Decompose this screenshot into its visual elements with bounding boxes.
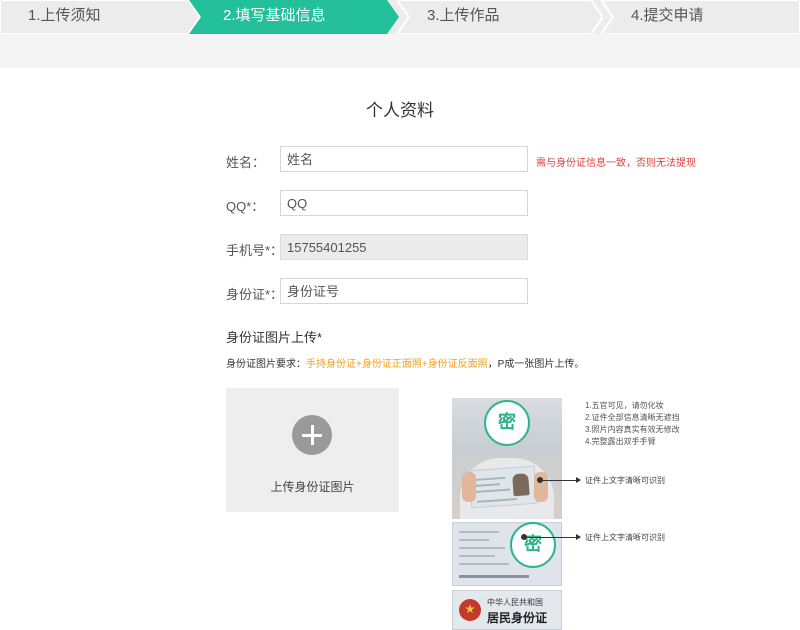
- requirement-suffix: ，P成一张图片上传。: [487, 359, 585, 370]
- arrow-label: 证件上文字清晰可识别: [585, 533, 665, 542]
- requirement-prefix: 身份证图片要求：: [226, 359, 306, 370]
- upload-button-label: 上传身份证图片: [270, 480, 355, 494]
- privacy-stamp: 密: [510, 522, 556, 568]
- privacy-stamp: 密: [484, 400, 530, 446]
- progress-steps: 1.上传须知 2.填写基础信息 3.上传作品 4.提交申请: [0, 0, 800, 34]
- phone-input[interactable]: [280, 234, 528, 260]
- note-item: 2.证件全部信息清晰无遮挡: [585, 413, 680, 422]
- qq-label: QQ*：: [226, 199, 265, 214]
- card-line: [475, 483, 500, 487]
- qq-input[interactable]: [280, 190, 528, 216]
- card-line: [476, 498, 517, 503]
- left-hand: [462, 472, 476, 502]
- held-id-card: [468, 465, 538, 509]
- card-title-text: 居民身份证: [487, 611, 548, 625]
- step-fill-basic-info[interactable]: 2.填写基础信息: [189, 0, 399, 34]
- phone-label: 手机号*：: [226, 243, 284, 258]
- card-line: [459, 547, 505, 549]
- national-emblem-icon: [459, 599, 481, 621]
- page-title: 个人资料: [366, 101, 434, 120]
- note-item: 4.完整露出双手手臂: [585, 437, 656, 446]
- card-line: [459, 539, 489, 541]
- step-submit-application[interactable]: 4.提交申请: [601, 0, 800, 34]
- note-item: 3.照片内容真实有效无修改: [585, 425, 680, 434]
- card-country-text: 中华人民共和国: [487, 598, 543, 607]
- id-upload-requirement: 身份证图片要求：手持身份证+身份证正面照+身份证反面照，P成一张图片上传。: [226, 355, 584, 370]
- step-upload-works[interactable]: 3.上传作品: [397, 0, 603, 34]
- step-upload-notice[interactable]: 1.上传须知: [0, 0, 200, 34]
- name-label: 姓名：: [226, 155, 266, 170]
- step-label: 1.上传须知: [28, 7, 101, 24]
- step-label: 2.填写基础信息: [223, 7, 326, 24]
- id-upload-title: 身份证图片上传*: [226, 330, 323, 345]
- name-input[interactable]: [280, 146, 528, 172]
- note-item: 1.五官可见，请勿化妆: [585, 401, 664, 410]
- card-line: [459, 555, 495, 557]
- id-number-input[interactable]: [280, 278, 528, 304]
- arrow-icon: [521, 534, 581, 540]
- id-number-label: 身份证*：: [226, 287, 284, 302]
- card-line: [476, 488, 511, 493]
- arrow-label: 证件上文字清晰可识别: [585, 476, 665, 485]
- card-portrait: [512, 473, 530, 497]
- card-line: [459, 563, 509, 565]
- arrow-icon: [537, 477, 581, 483]
- card-id-code: [459, 575, 529, 578]
- name-hint: 需与身份证信息一致，否则无法提现: [536, 158, 696, 169]
- photo-requirements-notes: 1.五官可见，请勿化妆 2.证件全部信息清晰无遮挡 3.照片内容真实有效无修改 …: [585, 400, 680, 448]
- card-line: [459, 531, 499, 533]
- id-card-emblem-side: 中华人民共和国 居民身份证: [452, 590, 562, 630]
- upload-id-image-button[interactable]: 上传身份证图片: [226, 388, 399, 512]
- card-line: [475, 476, 506, 481]
- step-label: 3.上传作品: [427, 7, 500, 24]
- requirement-highlight: 手持身份证+身份证正面照+身份证反面照: [306, 359, 488, 370]
- step-label: 4.提交申请: [631, 7, 704, 24]
- plus-icon: [292, 415, 332, 455]
